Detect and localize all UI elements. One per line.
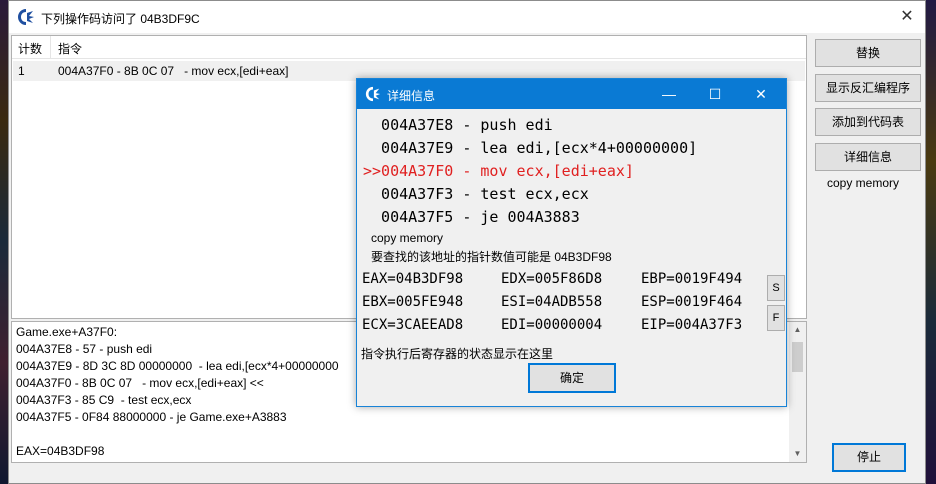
replace-button[interactable]: 替换 (815, 39, 921, 67)
column-count[interactable]: 计数 (18, 40, 42, 57)
register-ecx: ECX=3CAEEAD8 (362, 317, 464, 333)
asm-line: 004A37E9 - lea edi,[ecx*4+00000000] (363, 139, 698, 157)
more-info-button[interactable]: 详细信息 (815, 143, 921, 171)
register-status-note: 指令执行后寄存器的状态显示在这里 (361, 347, 554, 361)
details-line: 004A37F3 - 85 C9 - test ecx,ecx (16, 393, 192, 407)
background-game-strip-right (926, 0, 936, 484)
register-ebx: EBX=005FE948 (362, 294, 464, 310)
details-line: EAX=04B3DF98 (16, 444, 105, 458)
details-line: 004A37E8 - 57 - push edi (16, 342, 153, 356)
details-dialog: 详细信息 — ☐ ✕ 004A37E8 - push edi 004A37E9 … (356, 78, 787, 407)
column-divider[interactable] (50, 36, 51, 58)
close-icon[interactable]: ✕ (895, 5, 919, 29)
details-line: 004A37F5 - 0F84 88000000 - je Game.exe+A… (16, 410, 287, 424)
cheat-engine-icon (18, 9, 34, 25)
s-button[interactable]: S (767, 275, 785, 301)
show-disassembler-button[interactable]: 显示反汇编程序 (815, 74, 921, 102)
minimize-icon[interactable]: — (646, 79, 692, 109)
details-line: 004A37E9 - 8D 3C 8D 00000000 - lea edi,[… (16, 359, 339, 373)
maximize-icon[interactable]: ☐ (692, 79, 738, 109)
register-esi: ESI=04ADB558 (501, 294, 603, 310)
details-scrollbar[interactable]: ▲ ▼ (789, 322, 806, 462)
scroll-up-icon[interactable]: ▲ (789, 322, 806, 338)
asm-line-highlighted: >>004A37F0 - mov ecx,[edi+eax] (363, 162, 634, 180)
window-title: 下列操作码访问了 04B3DF9C (41, 12, 200, 26)
stop-button[interactable]: 停止 (832, 443, 906, 472)
dialog-title: 详细信息 (387, 89, 436, 103)
column-instruction[interactable]: 指令 (58, 40, 82, 57)
register-edi: EDI=00000004 (501, 317, 603, 333)
copy-memory-label: copy memory (827, 176, 900, 190)
dialog-title-bar[interactable]: 详细信息 — ☐ ✕ (357, 79, 786, 109)
ok-button[interactable]: 确定 (528, 363, 616, 393)
asm-line: 004A37F3 - test ecx,ecx (363, 185, 589, 203)
scroll-down-icon[interactable]: ▼ (789, 446, 806, 462)
register-eip: EIP=004A37F3 (641, 317, 743, 333)
list-header: 计数 指令 (12, 36, 806, 59)
asm-line: 004A37E8 - push edi (363, 116, 553, 134)
add-to-codelist-button[interactable]: 添加到代码表 (815, 108, 921, 136)
f-button[interactable]: F (767, 305, 785, 331)
background-game-strip-left (0, 0, 8, 484)
details-line: Game.exe+A37F0: (16, 325, 118, 339)
cheat-engine-icon (365, 86, 381, 102)
register-edx: EDX=005F86D8 (501, 271, 603, 287)
register-esp: ESP=0019F464 (641, 294, 743, 310)
asm-line: 004A37F5 - je 004A3883 (363, 208, 580, 226)
details-line: 004A37F0 - 8B 0C 07 - mov ecx,[edi+eax] … (16, 376, 264, 390)
title-bar[interactable]: 下列操作码访问了 04B3DF9C ✕ (9, 1, 925, 33)
pointer-note: 要查找的该地址的指针数值可能是 04B3DF98 (371, 250, 612, 264)
dialog-copy-memory: copy memory (371, 231, 444, 245)
row-instruction: 004A37F0 - 8B 0C 07 - mov ecx,[edi+eax] (58, 64, 289, 78)
scroll-thumb[interactable] (792, 342, 803, 372)
register-eax: EAX=04B3DF98 (362, 271, 464, 287)
register-ebp: EBP=0019F494 (641, 271, 743, 287)
row-count: 1 (18, 64, 25, 78)
close-icon[interactable]: ✕ (738, 79, 784, 109)
